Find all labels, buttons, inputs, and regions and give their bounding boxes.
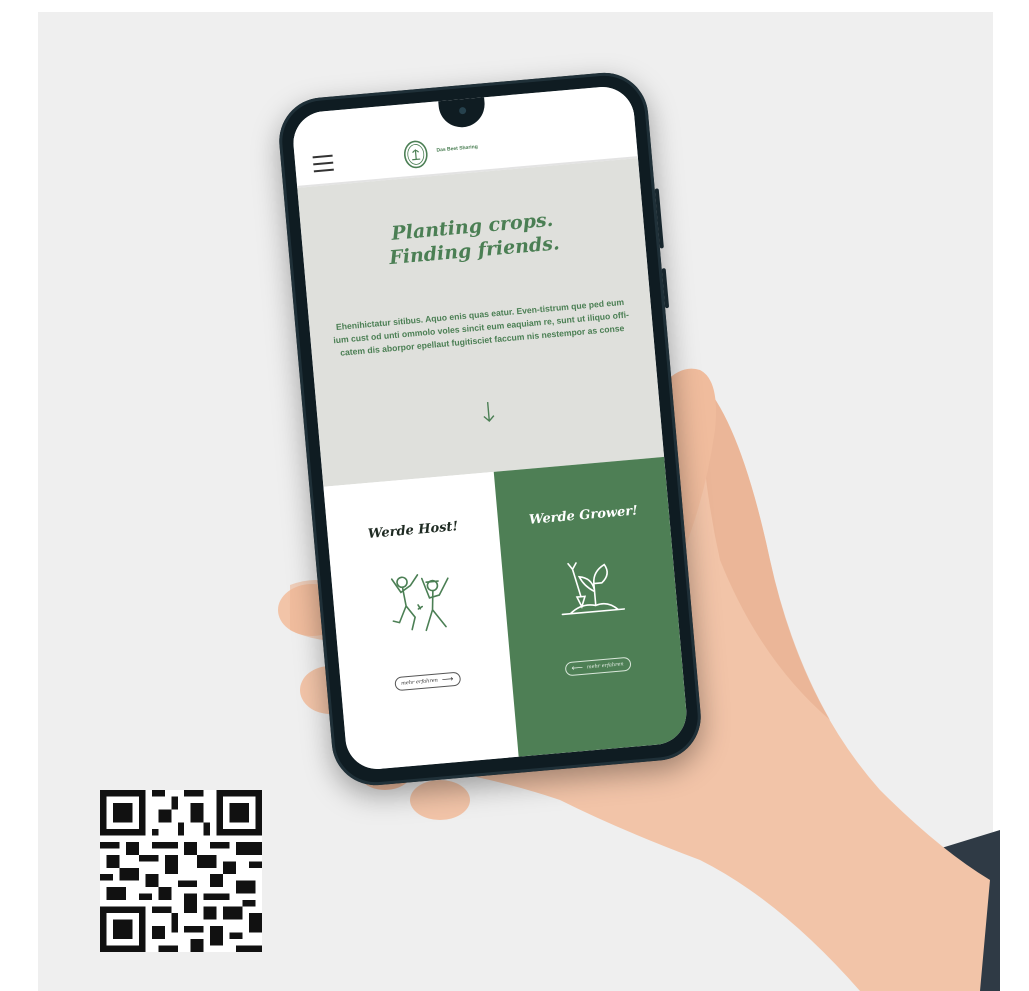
two-jumping-people-icon xyxy=(390,574,449,632)
arrow-down-icon[interactable] xyxy=(480,400,496,425)
grower-more-button[interactable]: ⟵ mehr erfahren xyxy=(564,656,632,677)
brand-logo-icon[interactable] xyxy=(402,138,431,170)
qr-code-icon[interactable] xyxy=(100,790,262,952)
hero-title: Planting crops. Finding friends. xyxy=(301,200,646,278)
host-card: Werde Host! mehr erfahren ⟶ xyxy=(323,471,519,772)
hero-body-text: Ehenihictatur sitibus. Aquo enis quas ea… xyxy=(332,296,630,358)
arrow-right-icon: ⟶ xyxy=(441,674,454,685)
phone-screen: Das Beet Sharing Planting crops. Finding… xyxy=(290,84,690,772)
hamburger-menu-icon[interactable] xyxy=(312,154,334,173)
host-card-title: Werde Host! xyxy=(367,519,459,543)
host-more-button[interactable]: mehr erfahren ⟶ xyxy=(393,671,461,692)
front-camera-icon xyxy=(458,106,467,115)
shovel-and-plant-icon xyxy=(561,562,625,616)
hero-section: Planting crops. Finding friends. Ehenihi… xyxy=(297,158,665,487)
host-more-label: mehr erfahren xyxy=(400,677,439,687)
brand-name[interactable]: Das Beet Sharing xyxy=(436,144,478,154)
grower-more-label: mehr erfahren xyxy=(586,661,624,671)
grower-card: Werde Grower! ⟵ mehr erfahren xyxy=(493,456,690,757)
grower-card-title: Werde Grower! xyxy=(528,503,639,528)
arrow-left-icon: ⟵ xyxy=(571,662,584,673)
smartphone: Das Beet Sharing Planting crops. Finding… xyxy=(275,69,705,789)
